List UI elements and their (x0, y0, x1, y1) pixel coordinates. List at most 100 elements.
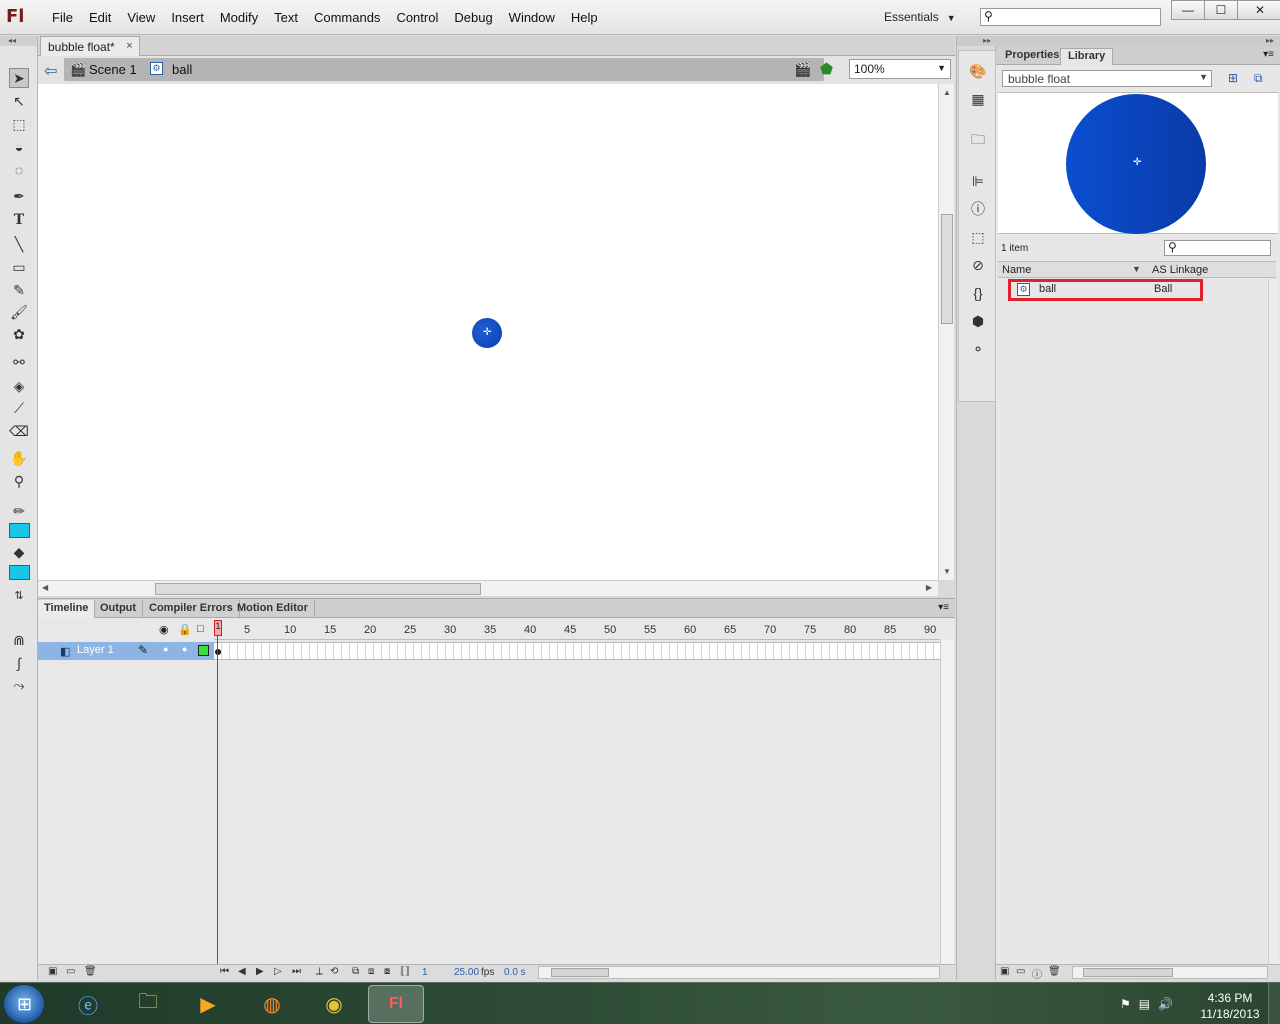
firefox-icon[interactable]: ◍ (244, 985, 300, 1023)
delete-icon[interactable]: 🗑 (1048, 966, 1061, 977)
pen-tool-icon[interactable]: ✒ (9, 186, 29, 206)
menu-text[interactable]: Text (266, 10, 306, 25)
zoom-select[interactable]: 100% ▼ (849, 59, 951, 79)
onion-outlines-icon[interactable]: ⧈ (368, 966, 374, 977)
timeline-horizontal-scrollbar[interactable] (538, 966, 940, 979)
scroll-down-icon[interactable]: ▼ (943, 567, 951, 576)
library-horizontal-scrollbar[interactable] (1072, 966, 1268, 979)
layer-row[interactable]: ◧ Layer 1 ✎ ● ● (38, 642, 214, 660)
selection-tool-icon[interactable]: ➤ (9, 68, 29, 88)
menu-debug[interactable]: Debug (446, 10, 500, 25)
onion-skin-icon[interactable]: ⧉ (352, 966, 359, 977)
properties-icon[interactable]: ⓘ (1032, 966, 1042, 981)
snap-to-objects-icon[interactable]: ⋒ (9, 630, 29, 650)
stage[interactable]: ✛ (38, 84, 938, 580)
library-search-input[interactable]: ⚲ (1164, 240, 1271, 256)
straighten-icon[interactable]: ⤳ (9, 675, 29, 695)
lock-icon[interactable]: 🔒 (178, 623, 192, 636)
lasso-tool-icon[interactable]: ◌ (9, 160, 29, 180)
tab-output[interactable]: Output (94, 600, 144, 618)
color-icon[interactable]: 🎨 (968, 61, 988, 81)
playhead[interactable]: 1 (214, 620, 223, 964)
step-forward-icon[interactable]: ▷ (274, 966, 282, 977)
current-frame[interactable]: 1 (422, 967, 428, 978)
column-name[interactable]: Name (1002, 264, 1031, 276)
edit-scene-icon[interactable]: 🎬 (794, 61, 811, 78)
expand-icon[interactable]: ▸▸ (957, 36, 997, 46)
first-frame-icon[interactable]: ⏮ (220, 966, 229, 977)
clock-time[interactable]: 4:36 PM (1200, 991, 1260, 1005)
code-snippets-icon[interactable]: ⊘ (968, 255, 988, 275)
new-symbol-icon[interactable]: ▣ (1000, 966, 1009, 977)
swatches-icon[interactable]: ▦ (968, 89, 988, 109)
rectangle-tool-icon[interactable]: ▭ (9, 257, 29, 277)
network-icon[interactable]: ▤ (1139, 997, 1150, 1011)
new-library-panel-icon[interactable]: ⧉ (1254, 71, 1263, 86)
text-tool-icon[interactable]: T (9, 210, 29, 230)
modify-markers-icon[interactable]: ⟦⟧ (400, 966, 410, 977)
menu-commands[interactable]: Commands (306, 10, 388, 25)
volume-icon[interactable]: 🔊 (1158, 997, 1173, 1011)
scroll-thumb[interactable] (551, 968, 609, 977)
deco-tool-icon[interactable]: ✿ (9, 324, 29, 344)
zoom-tool-icon[interactable]: ⚲ (9, 471, 29, 491)
tab-library[interactable]: Library (1060, 48, 1114, 65)
stage-horizontal-scrollbar[interactable]: ◀ ▶ (38, 580, 938, 596)
playhead-marker[interactable]: 1 (214, 620, 222, 636)
swap-colors-icon[interactable]: ⇅ (9, 585, 29, 605)
file-explorer-icon[interactable]: 🗀 (120, 985, 176, 1023)
info-icon[interactable]: ⓘ (968, 199, 988, 219)
document-tab[interactable]: bubble float* × (40, 36, 140, 56)
tab-motion-editor[interactable]: Motion Editor (231, 600, 315, 618)
collapse-icon[interactable]: ▸▸ (996, 36, 1280, 46)
menu-edit[interactable]: Edit (81, 10, 119, 25)
tab-timeline[interactable]: Timeline (38, 600, 96, 618)
layer-name[interactable]: Layer 1 (77, 644, 114, 656)
menu-help[interactable]: Help (563, 10, 606, 25)
flash-taskbar-icon[interactable]: Fl (368, 985, 424, 1023)
library-item-row[interactable]: ⚙ ball Ball (1008, 279, 1203, 301)
library-vertical-scrollbar[interactable] (1268, 279, 1278, 967)
column-as-linkage[interactable]: AS Linkage (1152, 264, 1208, 276)
outline-icon[interactable]: □ (197, 623, 204, 635)
tab-properties[interactable]: Properties (998, 48, 1066, 65)
help-search-input[interactable]: ⚲ (980, 8, 1161, 26)
menu-insert[interactable]: Insert (163, 10, 212, 25)
menu-window[interactable]: Window (501, 10, 563, 25)
play-icon[interactable]: ▶ (256, 966, 264, 977)
pencil-tool-icon[interactable]: ✎ (9, 280, 29, 300)
scroll-up-icon[interactable]: ▲ (943, 88, 951, 97)
new-folder-icon[interactable]: ▭ (1016, 966, 1025, 977)
timeline-vertical-scrollbar[interactable] (940, 640, 954, 964)
eraser-tool-icon[interactable]: ⌫ (9, 421, 29, 441)
menu-control[interactable]: Control (388, 10, 446, 25)
last-frame-icon[interactable]: ⏭ (292, 966, 301, 977)
motion-presets-icon[interactable]: 🗀 (968, 131, 988, 151)
breadcrumb-symbol[interactable]: ball (172, 62, 192, 77)
transform-icon[interactable]: ⬚ (968, 227, 988, 247)
close-button[interactable]: ✕ (1237, 0, 1280, 20)
visibility-dot-icon[interactable]: ● (163, 644, 168, 654)
new-folder-icon[interactable]: ▭ (66, 966, 75, 977)
action-center-icon[interactable]: ⚑ (1120, 997, 1131, 1011)
delete-icon[interactable]: 🗑 (84, 966, 97, 977)
edit-multiple-frames-icon[interactable]: ⧇ (384, 966, 390, 977)
smooth-icon[interactable]: ∫ (9, 653, 29, 673)
maximize-button[interactable]: ☐ (1204, 0, 1238, 20)
components-icon[interactable]: ⬢ (968, 311, 988, 331)
menu-file[interactable]: File (44, 10, 81, 25)
actions-icon[interactable]: {} (968, 283, 988, 303)
scroll-thumb[interactable] (1083, 968, 1173, 977)
frame-rate[interactable]: 25.00 (454, 967, 479, 978)
eyedropper-tool-icon[interactable]: ⟋ (9, 398, 29, 418)
start-button[interactable]: ⊞ (4, 985, 44, 1023)
line-tool-icon[interactable]: ╲ (9, 234, 29, 254)
tab-compiler-errors[interactable]: Compiler Errors (143, 600, 240, 618)
subselection-tool-icon[interactable]: ↖ (9, 91, 29, 111)
eye-icon[interactable]: ◉ (159, 623, 169, 636)
3d-rotation-tool-icon[interactable]: ◒ (9, 137, 29, 157)
show-desktop-button[interactable] (1268, 983, 1280, 1024)
component-inspector-icon[interactable]: ⚬ (968, 339, 988, 359)
frame-ruler[interactable]: 5 10 15 20 25 30 35 40 45 50 55 60 65 70… (214, 618, 940, 640)
new-layer-icon[interactable]: ▣ (48, 966, 57, 977)
